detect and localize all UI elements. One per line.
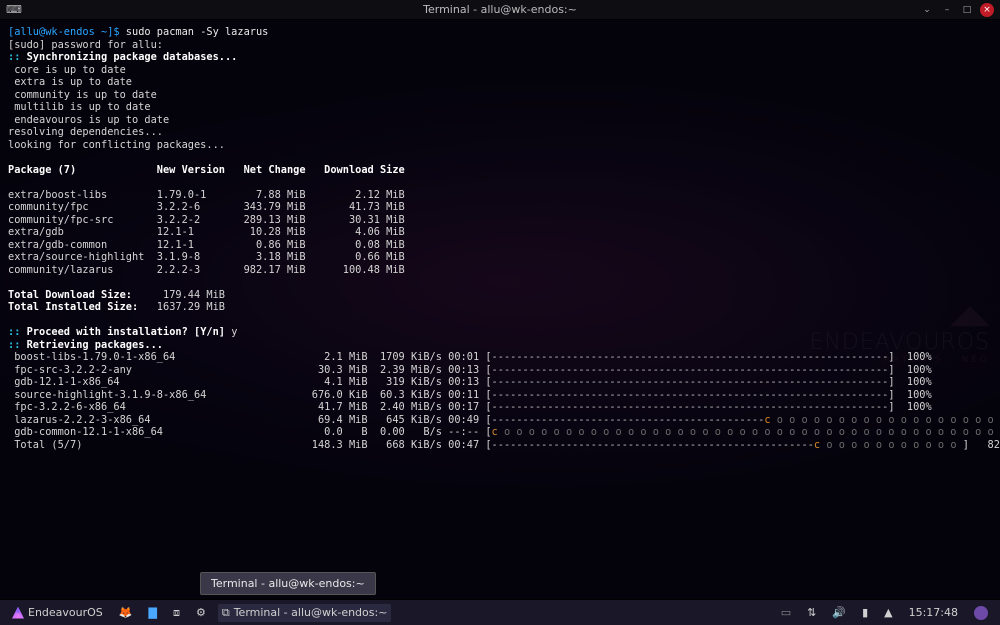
terminal-icon: ⧉	[222, 606, 230, 620]
notification-tray-icon[interactable]: ▲	[880, 604, 896, 621]
terminal-launcher[interactable]: ⧈	[169, 604, 184, 622]
show-desktop-button[interactable]: ▭	[777, 604, 795, 621]
terminal-app-icon: ⌨	[6, 3, 22, 16]
window-menu-button[interactable]: ⌄	[920, 3, 934, 17]
taskbar-active-label: Terminal - allu@wk-endos:~	[234, 606, 388, 619]
user-menu-button[interactable]	[970, 604, 992, 622]
files-launcher[interactable]: ▇	[145, 604, 161, 621]
network-tray-icon[interactable]: ⇅	[803, 604, 820, 621]
taskbar[interactable]: EndeavourOS 🦊 ▇ ⧈ ⚙ ⧉ Terminal - allu@wk…	[0, 599, 1000, 625]
terminal-window[interactable]: [allu@wk-endos ~]$ sudo pacman -Sy lazar…	[0, 20, 1000, 599]
distro-label: EndeavourOS	[28, 606, 103, 619]
close-button[interactable]: ×	[980, 3, 994, 17]
clock[interactable]: 15:17:48	[905, 604, 962, 621]
window-titlebar[interactable]: ⌨ Terminal - allu@wk-endos:~ ⌄ – □ ×	[0, 0, 1000, 20]
terminal-icon: ⧈	[173, 606, 180, 620]
endeavouros-start-icon	[12, 607, 24, 619]
terminal-output[interactable]: [allu@wk-endos ~]$ sudo pacman -Sy lazar…	[0, 20, 1000, 457]
minimize-button[interactable]: –	[940, 3, 954, 17]
settings-launcher[interactable]: ⚙	[192, 604, 210, 621]
desktop-icon: ▭	[781, 606, 791, 619]
battery-tray-icon[interactable]: ▮	[858, 604, 872, 621]
folder-icon: ▇	[149, 606, 157, 619]
firefox-icon: 🦊	[119, 606, 133, 619]
taskbar-tooltip: Terminal - allu@wk-endos:~	[200, 572, 376, 595]
volume-tray-icon[interactable]: 🔊	[828, 604, 850, 621]
firefox-launcher[interactable]: 🦊	[115, 604, 137, 621]
gear-icon: ⚙	[196, 606, 206, 619]
start-menu-button[interactable]: EndeavourOS	[8, 604, 107, 621]
window-title: Terminal - allu@wk-endos:~	[0, 3, 1000, 16]
taskbar-active-window[interactable]: ⧉ Terminal - allu@wk-endos:~	[218, 604, 392, 622]
maximize-button[interactable]: □	[960, 3, 974, 17]
power-icon	[974, 606, 988, 620]
